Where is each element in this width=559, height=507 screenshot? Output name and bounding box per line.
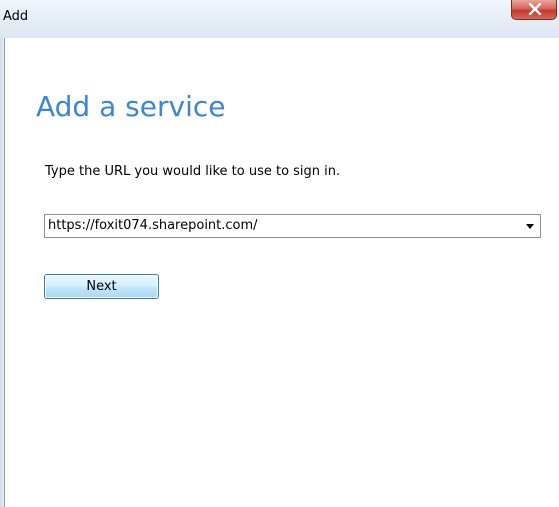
close-x-icon xyxy=(528,3,542,15)
next-button[interactable]: Next xyxy=(44,274,159,299)
window-title: Add xyxy=(3,9,29,24)
instruction-text: Type the URL you would like to use to si… xyxy=(45,164,341,179)
chevron-down-icon[interactable] xyxy=(526,224,534,229)
url-input[interactable]: https://foxit074.sharepoint.com/ xyxy=(48,218,258,233)
title-bar[interactable]: Add xyxy=(0,0,559,38)
url-combobox[interactable]: https://foxit074.sharepoint.com/ xyxy=(44,214,541,238)
page-title: Add a service xyxy=(36,90,226,123)
close-button[interactable] xyxy=(511,0,557,20)
dialog-content: Add a service Type the URL you would lik… xyxy=(5,38,559,507)
add-dialog: Add Add a service Type the URL you would… xyxy=(0,0,559,507)
